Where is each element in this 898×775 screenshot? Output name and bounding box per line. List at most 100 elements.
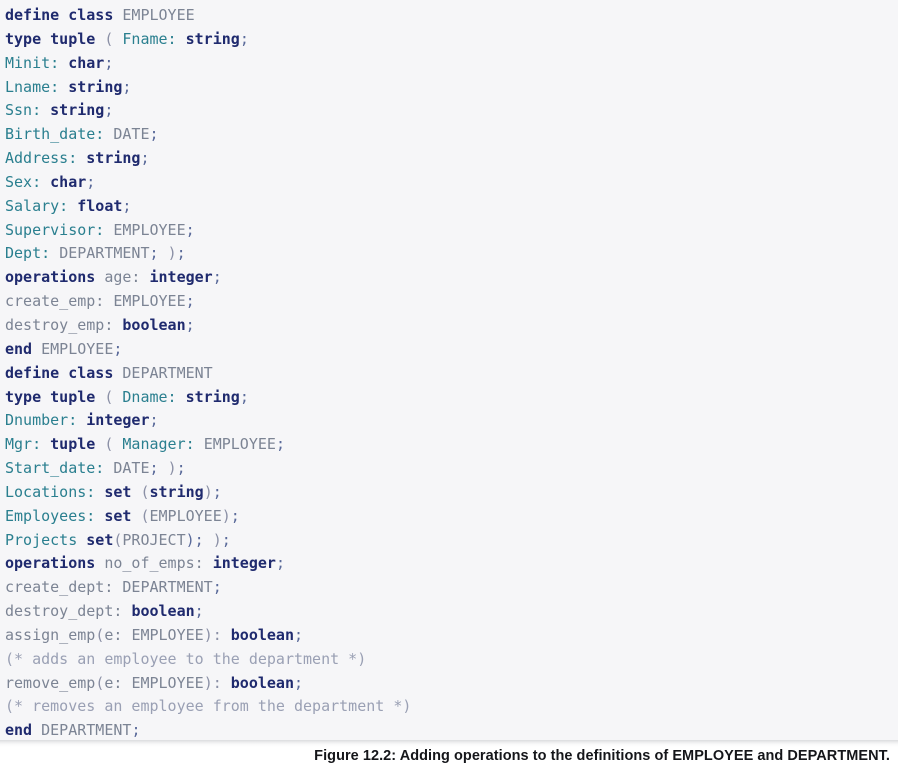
code-token-plain: create_emp: xyxy=(5,292,114,311)
code-token-kw: type xyxy=(5,387,51,406)
code-line: Minit: char; xyxy=(5,52,898,76)
code-token-ty: string xyxy=(86,149,141,168)
code-token-kw: tuple xyxy=(50,29,105,48)
code-token-attr: Sex: xyxy=(5,172,51,191)
code-token-op: ; xyxy=(149,411,159,430)
code-token-id: DEPARTMENT xyxy=(41,721,132,740)
code-token-ty: boolean xyxy=(131,602,195,621)
code-token-punc: ( xyxy=(95,673,105,692)
code-token-ty: char xyxy=(50,172,87,191)
code-token-attr: Birth_date: xyxy=(5,125,114,144)
code-token-ty: boolean xyxy=(230,673,294,692)
code-token-ty: string xyxy=(185,387,240,406)
code-token-kw: class xyxy=(68,6,123,24)
code-line: Birth_date: DATE; xyxy=(5,123,898,147)
code-token-id: DATE xyxy=(113,125,150,144)
code-token-punc: ) xyxy=(203,482,213,501)
code-token-op: ; xyxy=(149,459,168,478)
figure-caption: Figure 12.2: Adding operations to the de… xyxy=(314,748,890,764)
code-token-op: ; xyxy=(239,387,249,406)
code-token-attr: Employees: xyxy=(5,506,105,525)
code-token-ty: string xyxy=(149,482,204,501)
code-token-id: DEPARTMENT xyxy=(59,244,150,263)
code-token-op: ; xyxy=(230,506,240,525)
code-token-punc: ) xyxy=(221,506,231,525)
code-token-plain: remove_emp xyxy=(5,673,96,692)
code-token-ty: boolean xyxy=(122,315,186,334)
code-token-op: ; xyxy=(176,244,186,263)
code-token-attr: Dname: xyxy=(122,387,186,406)
code-line: Start_date: DATE; ); xyxy=(5,457,898,481)
code-token-kw: set xyxy=(104,506,141,525)
code-token-ty: integer xyxy=(86,411,150,430)
code-line: Mgr: tuple ( Manager: EMPLOYEE; xyxy=(5,433,898,457)
code-token-kw: operations xyxy=(5,268,105,287)
code-token-punc: ( xyxy=(140,506,150,525)
code-token-op: ; xyxy=(140,149,150,168)
code-token-plain: assign_emp xyxy=(5,625,96,644)
code-token-id: DEPARTMENT xyxy=(122,363,213,382)
code-line: assign_emp(e: EMPLOYEE): boolean; xyxy=(5,624,898,648)
code-token-kw: end xyxy=(5,721,42,740)
code-token-kw: tuple xyxy=(50,387,105,406)
code-token-op: ; xyxy=(185,315,195,334)
code-token-kw: operations xyxy=(5,554,105,573)
code-line: destroy_emp: boolean; xyxy=(5,314,898,338)
code-token-attr: Manager: xyxy=(122,435,204,454)
code-token-op: ; xyxy=(149,244,168,263)
code-line: Employees: set (EMPLOYEE); xyxy=(5,505,898,529)
code-token-attr: Start_date: xyxy=(5,459,114,478)
code-token-op: ; xyxy=(275,435,285,454)
code-listing: define class EMPLOYEE type tuple ( Fname:… xyxy=(5,4,898,740)
code-token-op: ; xyxy=(86,172,96,191)
code-token-op: ; xyxy=(194,602,204,621)
code-token-attr: Locations: xyxy=(5,482,105,501)
code-line: (* removes an employee from the departme… xyxy=(5,695,898,719)
code-token-kw: type xyxy=(5,29,51,48)
code-token-kw: set xyxy=(104,482,141,501)
code-line: Lname: string; xyxy=(5,76,898,100)
code-token-punc: ( xyxy=(95,625,105,644)
code-token-punc: ): xyxy=(203,673,231,692)
code-token-kw: class xyxy=(68,363,123,382)
code-token-op: ; xyxy=(212,482,222,501)
code-token-attr: Mgr: xyxy=(5,435,51,454)
code-token-op: ; xyxy=(113,339,123,358)
code-line: Supervisor: EMPLOYEE; xyxy=(5,219,898,243)
code-token-attr: Address: xyxy=(5,149,87,168)
code-token-op: ; xyxy=(104,53,114,72)
code-token-id: EMPLOYEE xyxy=(113,220,186,239)
code-token-op: ; xyxy=(176,459,186,478)
code-line: define class EMPLOYEE xyxy=(5,4,898,28)
code-token-id: EMPLOYEE xyxy=(203,435,276,454)
code-token-ty: integer xyxy=(212,554,276,573)
code-line: destroy_dept: boolean; xyxy=(5,600,898,624)
code-token-cmt: (* adds an employee to the department *) xyxy=(5,649,367,668)
code-token-id: EMPLOYEE xyxy=(131,673,204,692)
code-line: Ssn: string; xyxy=(5,99,898,123)
code-token-punc: ( xyxy=(104,29,123,48)
code-token-punc: ) xyxy=(167,244,177,263)
code-line: Projects set(PROJECT); ); xyxy=(5,529,898,553)
code-token-op: ; xyxy=(131,721,141,740)
code-token-plain: destroy_dept: xyxy=(5,602,132,621)
code-token-plain: e: xyxy=(104,625,132,644)
code-line: Locations: set (string); xyxy=(5,481,898,505)
code-token-attr: Dept: xyxy=(5,244,60,263)
figure-container: define class EMPLOYEE type tuple ( Fname:… xyxy=(0,0,898,775)
code-line: create_emp: EMPLOYEE; xyxy=(5,290,898,314)
code-token-id: EMPLOYEE xyxy=(122,6,195,24)
code-token-op: ; xyxy=(275,554,285,573)
code-line: Salary: float; xyxy=(5,195,898,219)
code-token-attr: Projects xyxy=(5,530,87,549)
code-line: end DEPARTMENT; xyxy=(5,719,898,740)
code-line: define class DEPARTMENT xyxy=(5,362,898,386)
code-token-id: DATE xyxy=(113,459,150,478)
code-token-op: ; xyxy=(149,125,159,144)
code-token-kw: end xyxy=(5,339,42,358)
code-line: (* adds an employee to the department *) xyxy=(5,648,898,672)
code-token-op: ; xyxy=(122,196,132,215)
code-token-ty: string xyxy=(185,29,240,48)
code-block-shadow xyxy=(0,740,898,747)
code-token-punc: ) xyxy=(167,459,177,478)
